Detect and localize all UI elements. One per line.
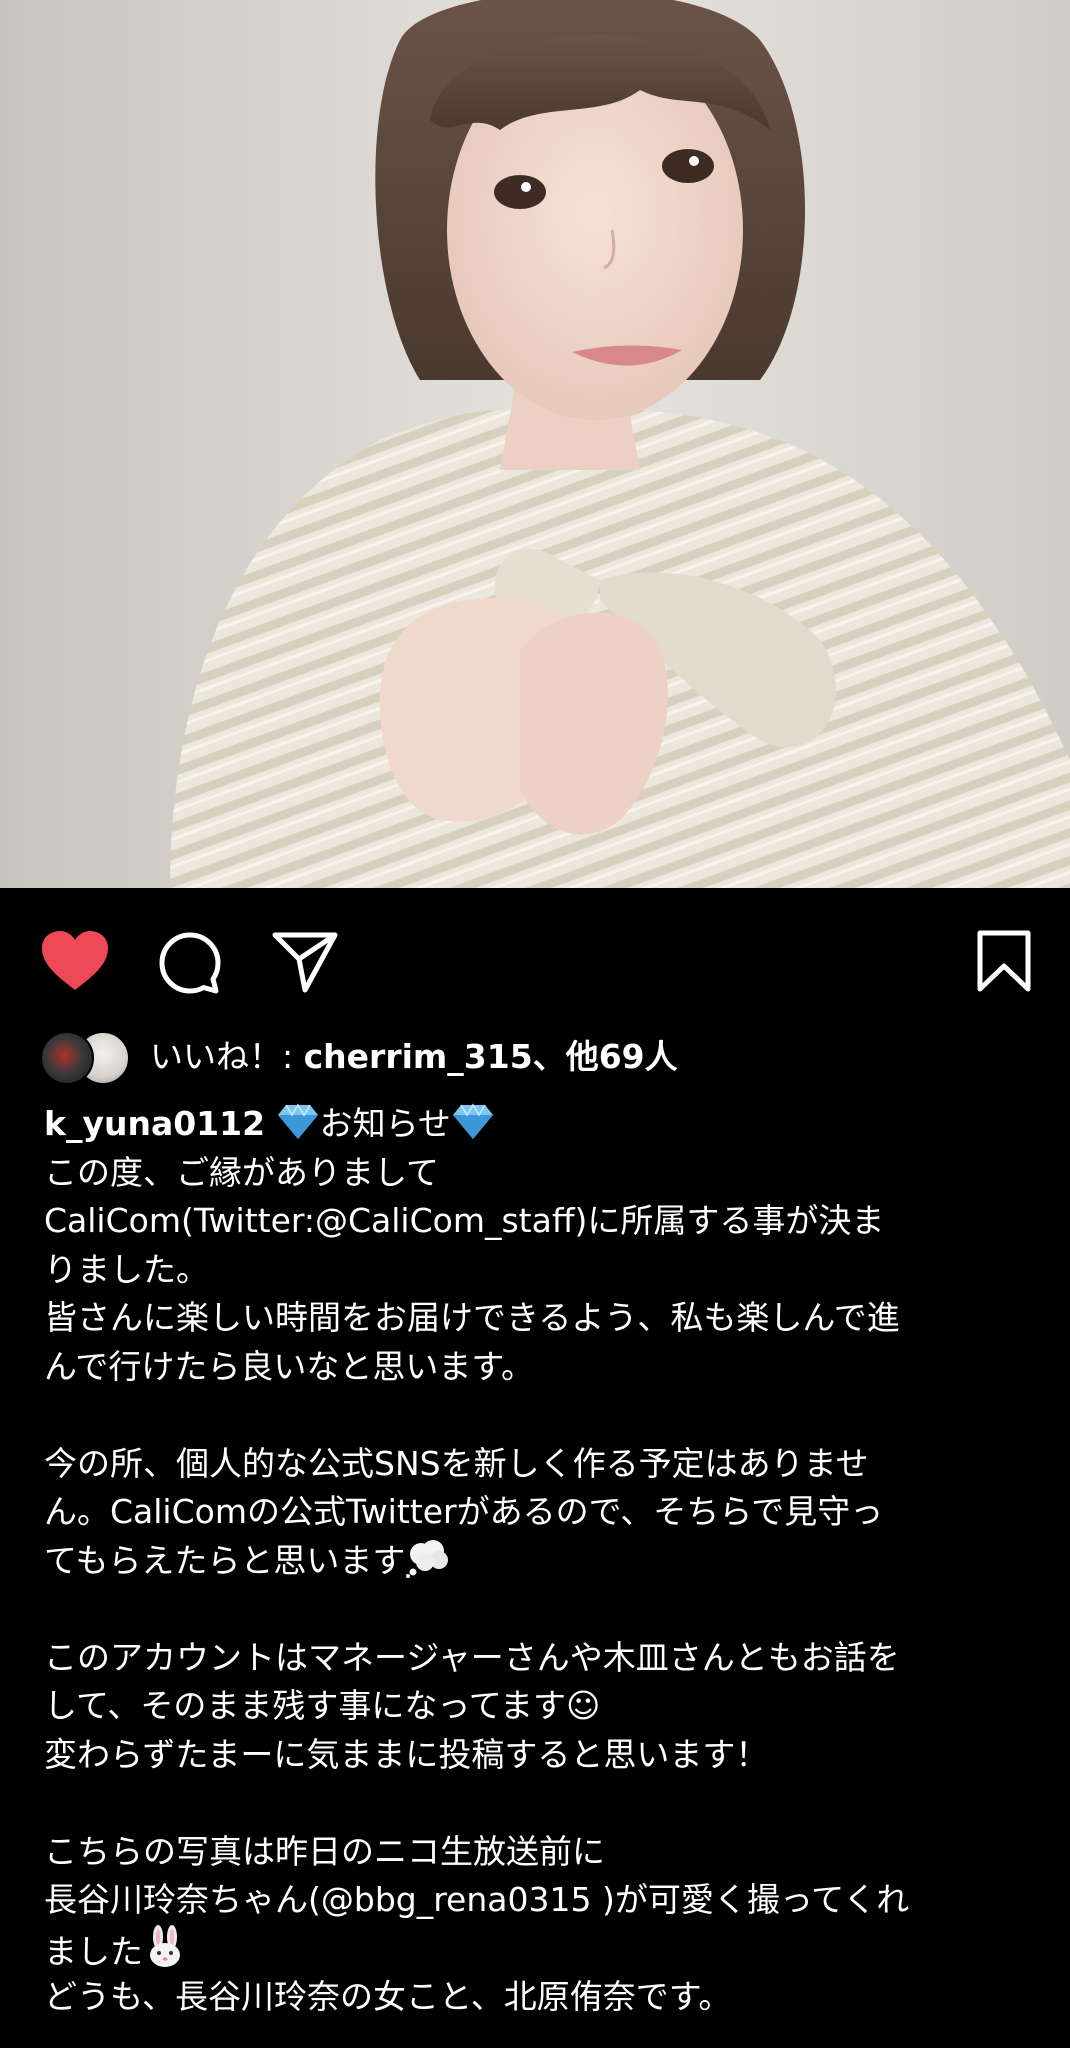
likes-summary[interactable]: いいね！: cherrim_315、他69人	[150, 1036, 678, 1078]
gem-icon	[452, 1103, 493, 1139]
caption-text: てもらえたらと思います	[44, 1540, 406, 1580]
thought-bubble-icon	[406, 1539, 449, 1578]
likes-row[interactable]: いいね！: cherrim_315、他69人	[40, 1028, 1040, 1086]
avatar[interactable]	[40, 1031, 94, 1085]
caption-line: んで行けたら良いなと思います。	[44, 1346, 535, 1386]
caption-line: 変わらずたまーに気ままに投稿すると思います！	[44, 1734, 769, 1774]
caption-line: して、そのまま残す事になってます☺︎	[44, 1686, 601, 1725]
likes-prefix: いいね！:	[150, 1037, 304, 1076]
caption-line: りました。	[44, 1249, 209, 1289]
caption-line: 長谷川玲奈ちゃん(@bbg_rena0315 )が可愛く撮ってくれ	[44, 1880, 910, 1919]
caption-text: CaliCom(Twitter:@CaliCom_staff)に所属する事が決ま	[44, 1201, 885, 1240]
caption-line: CaliCom(Twitter:@CaliCom_staff)に所属する事が決ま	[44, 1197, 1034, 1246]
caption-text: ました	[44, 1931, 143, 1971]
action-bar	[0, 888, 1070, 1028]
caption-line: こちらの写真は昨日のニコ生放送前に	[44, 1831, 605, 1871]
caption-line: てもらえたらと思います	[44, 1537, 1034, 1586]
comment-icon[interactable]	[158, 931, 222, 995]
caption-line: ん。CaliComの公式Twitterがあるので、そちらで見守っ	[44, 1492, 884, 1531]
heart-icon[interactable]	[40, 930, 110, 992]
gem-icon	[277, 1103, 318, 1139]
caption-line: ました	[44, 1924, 1034, 1974]
post-photo-illustration	[0, 0, 1070, 888]
caption-header: k_yuna0112 お知らせ	[44, 1100, 1034, 1149]
share-icon[interactable]	[272, 931, 338, 993]
caption-username[interactable]: k_yuna0112	[44, 1104, 265, 1143]
caption-line: 今の所、個人的な公式SNSを新しく作る予定はありませ	[44, 1443, 869, 1483]
bookmark-icon[interactable]	[976, 930, 1032, 992]
post-caption: k_yuna0112 お知らせ この度、ご縁がありまして CaliCom(Twi…	[44, 1100, 1034, 2022]
caption-line: どうも、長谷川玲奈の女こと、北原侑奈です。	[44, 1977, 732, 2016]
caption-line: この度、ご縁がありまして	[44, 1152, 440, 1192]
caption-heading: お知らせ	[319, 1104, 451, 1143]
likes-count[interactable]: 、他69人	[533, 1037, 678, 1076]
caption-line: このアカウントはマネージャーさんや木皿さんともお話を	[44, 1637, 900, 1677]
rabbit-icon	[150, 1924, 180, 1967]
liked-by-username[interactable]: cherrim_315	[304, 1037, 533, 1076]
caption-line: 皆さんに楽しい時間をお届けできるよう、私も楽しんで進	[44, 1298, 900, 1337]
post-photo[interactable]	[0, 0, 1070, 888]
